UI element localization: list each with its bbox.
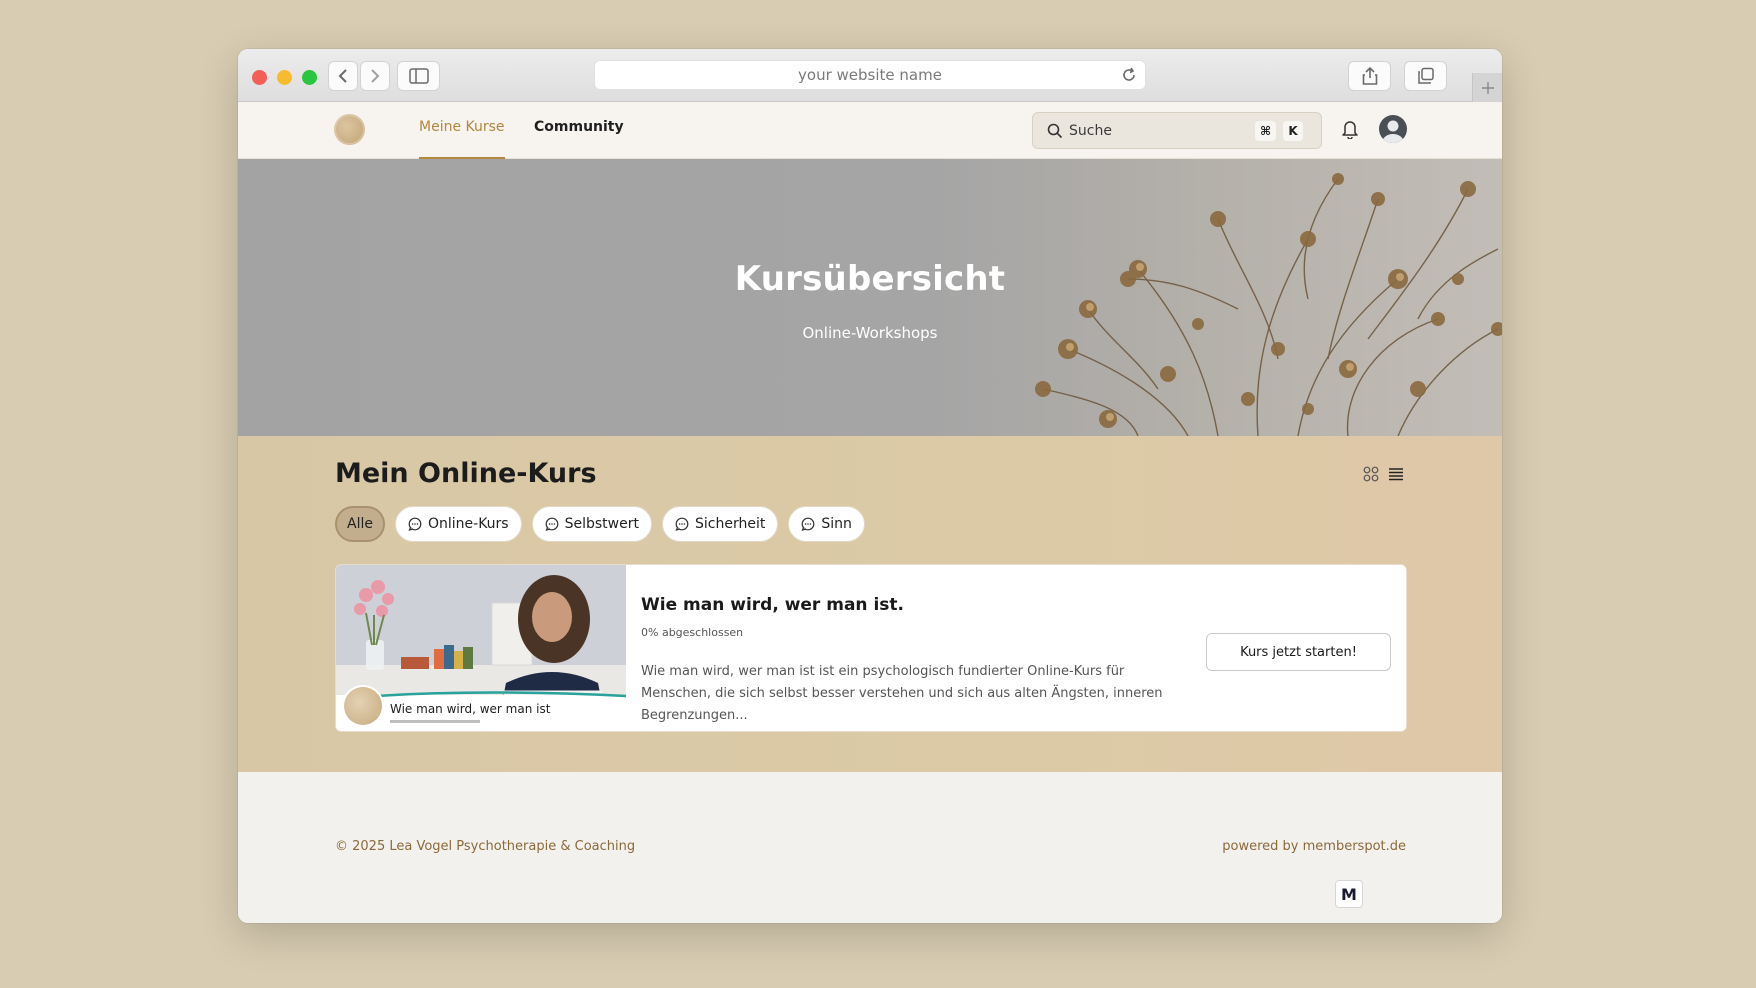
course-thumbnail[interactable]: Wie man wird, wer man ist xyxy=(336,565,626,731)
user-icon xyxy=(1382,120,1404,143)
filter-chip-label: Sinn xyxy=(821,516,852,532)
search-icon xyxy=(1047,123,1063,139)
list-view-icon[interactable] xyxy=(1388,466,1404,482)
search-box[interactable]: ⌘ K xyxy=(1032,112,1322,149)
filter-chip-alle[interactable]: Alle xyxy=(335,506,385,542)
plus-icon xyxy=(1481,81,1494,94)
bell-icon[interactable] xyxy=(1341,119,1359,139)
hero-subtitle: Online-Workshops xyxy=(802,324,938,342)
browser-window: your website name Meine Kurse Community … xyxy=(238,49,1502,923)
thumbnail-caption: Wie man wird, wer man ist xyxy=(390,702,551,716)
course-section: Mein Online-Kurs Alle Online-Kurs Selbst… xyxy=(238,436,1502,772)
filter-chip-label: Sicherheit xyxy=(694,516,766,532)
start-course-button[interactable]: Kurs jetzt starten! xyxy=(1206,633,1391,671)
filter-chips: Alle Online-Kurs Selbstwert Sicherheit S… xyxy=(335,506,865,542)
sidebar-toggle-button[interactable] xyxy=(397,61,440,91)
search-input[interactable] xyxy=(1069,121,1229,141)
filter-chip-label: Alle xyxy=(347,516,373,532)
url-text: your website name xyxy=(798,66,942,84)
hero-banner: Kursübersicht Online-Workshops xyxy=(238,159,1502,436)
sidebar-icon xyxy=(408,68,429,84)
course-description: Wie man wird, wer man ist ist ein psycho… xyxy=(641,664,1163,723)
site-header: Meine Kurse Community ⌘ K xyxy=(238,102,1502,159)
course-progress: 0% abgeschlossen xyxy=(641,626,744,639)
chat-bubble-icon xyxy=(801,517,815,531)
chevron-right-icon xyxy=(371,69,380,83)
nav-meine-kurse[interactable]: Meine Kurse xyxy=(419,119,505,159)
powered-by-link[interactable]: powered by memberspot.de xyxy=(1222,839,1406,854)
new-tab-button[interactable] xyxy=(1472,73,1502,102)
filter-chip-sicherheit[interactable]: Sicherheit xyxy=(661,506,779,542)
filter-chip-label: Online-Kurs xyxy=(427,516,509,532)
chat-bubble-icon xyxy=(675,517,689,531)
course-card[interactable]: Wie man wird, wer man ist Wie man wird, … xyxy=(335,564,1407,732)
chevron-left-icon xyxy=(338,69,347,83)
nav-community[interactable]: Community xyxy=(534,119,624,159)
grid-view-icon[interactable] xyxy=(1363,466,1379,482)
share-icon xyxy=(1362,66,1377,85)
browser-toolbar: your website name xyxy=(238,49,1502,102)
section-title: Mein Online-Kurs xyxy=(335,458,597,489)
shortcut-cmd-key: ⌘ xyxy=(1255,121,1277,141)
footer: © 2025 Lea Vogel Psychotherapie & Coachi… xyxy=(238,772,1502,923)
memberspot-badge[interactable]: M xyxy=(1335,880,1363,908)
chat-bubble-icon xyxy=(545,517,559,531)
shortcut-k-key: K xyxy=(1283,121,1303,141)
forward-button[interactable] xyxy=(360,61,390,91)
minimize-window-button[interactable] xyxy=(277,70,292,85)
back-button[interactable] xyxy=(328,61,358,91)
course-title[interactable]: Wie man wird, wer man ist. xyxy=(641,595,904,615)
share-button[interactable] xyxy=(1348,61,1391,91)
copyright-text: © 2025 Lea Vogel Psychotherapie & Coachi… xyxy=(335,839,636,854)
tabs-overview-button[interactable] xyxy=(1404,61,1447,91)
filter-chip-label: Selbstwert xyxy=(564,516,639,532)
site-logo[interactable] xyxy=(334,114,365,145)
filter-chip-selbstwert[interactable]: Selbstwert xyxy=(531,506,652,542)
tabs-icon xyxy=(1417,67,1434,84)
reload-icon[interactable] xyxy=(1121,67,1137,83)
url-bar[interactable]: your website name xyxy=(594,60,1146,90)
thumbnail-logo xyxy=(344,687,382,725)
hero-title: Kursübersicht xyxy=(734,259,1006,299)
filter-chip-online-kurs[interactable]: Online-Kurs xyxy=(394,506,522,542)
maximize-window-button[interactable] xyxy=(302,70,317,85)
close-window-button[interactable] xyxy=(252,70,267,85)
filter-chip-sinn[interactable]: Sinn xyxy=(788,506,865,542)
user-avatar[interactable] xyxy=(1379,115,1407,143)
chat-bubble-icon xyxy=(408,517,422,531)
